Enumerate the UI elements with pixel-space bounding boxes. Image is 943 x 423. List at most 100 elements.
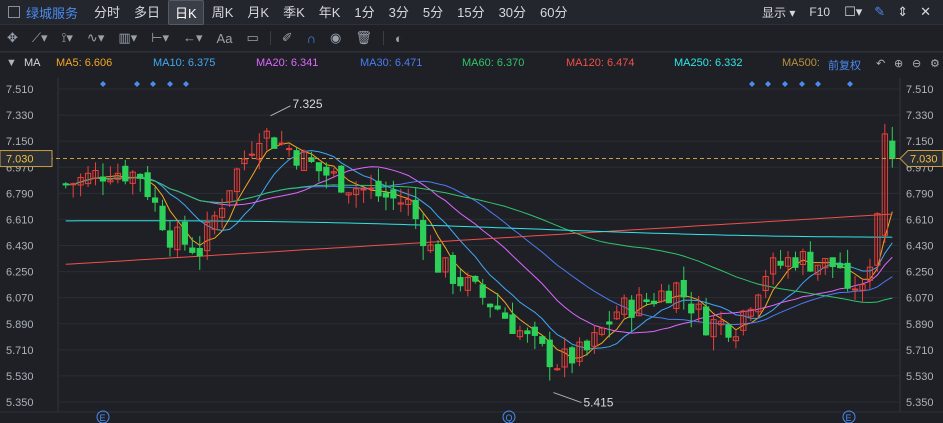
- candle-body: [635, 294, 643, 317]
- pen-icon[interactable]: ✎: [874, 4, 885, 20]
- signal-marker: [749, 81, 755, 87]
- candle-body: [762, 275, 769, 291]
- moving-average-lines: [65, 142, 893, 359]
- ma5-label: MA5: 6.606: [56, 57, 113, 69]
- zoom-out-icon[interactable]: ⊖: [912, 57, 921, 70]
- candle-body: [278, 142, 285, 145]
- period-tab[interactable]: 日K: [168, 0, 204, 25]
- comment-tool-icon[interactable]: ▭: [246, 30, 258, 46]
- candle-body: [218, 207, 226, 218]
- text-tool[interactable]: Aa: [217, 31, 233, 46]
- candle-body: [241, 158, 248, 165]
- signal-marker: [799, 81, 805, 87]
- trash-icon[interactable]: 🗑: [355, 30, 372, 46]
- period-tab[interactable]: 季K: [277, 0, 311, 25]
- price-tick-right: 7.330: [906, 110, 934, 122]
- arrow-tool-icon[interactable]: ←▾: [183, 30, 203, 46]
- candle-body: [449, 255, 457, 284]
- candle-body: [554, 368, 561, 371]
- candle-body: [382, 192, 390, 198]
- toggle-icon[interactable]: ◐: [395, 31, 403, 46]
- current-price-left: 7.030: [6, 154, 34, 166]
- candle-body: [591, 332, 598, 347]
- price-tick-left: 6.790: [6, 188, 34, 200]
- candlesticks: [62, 123, 896, 381]
- f10-button[interactable]: F10: [809, 5, 830, 19]
- candle-body: [114, 172, 121, 180]
- candle-body: [680, 279, 687, 298]
- current-price-tag-left: [0, 150, 53, 168]
- candle-body: [271, 137, 278, 149]
- candle-body: [606, 321, 613, 325]
- candle-body: [196, 248, 203, 257]
- period-tab[interactable]: 15分: [451, 0, 490, 25]
- price-tick-right: 7.510: [906, 84, 934, 96]
- checkbox-icon[interactable]: ☐▾: [844, 4, 862, 20]
- toolbar-divider: [269, 31, 271, 45]
- candle-body: [226, 190, 233, 203]
- candle-body: [583, 340, 591, 351]
- candle-body: [658, 290, 665, 302]
- wave-tool-icon[interactable]: ∿▾: [87, 30, 104, 46]
- price-tick-left: 6.610: [6, 214, 34, 226]
- ma5-line: [65, 142, 893, 359]
- candle-body: [137, 173, 144, 179]
- price-tick-right: 5.350: [906, 397, 934, 409]
- collapse-icon[interactable]: [8, 6, 20, 18]
- period-tab[interactable]: 1分: [348, 0, 380, 25]
- candle-body: [732, 336, 740, 342]
- price-tick-left: 5.350: [6, 397, 34, 409]
- ma-collapse-icon[interactable]: ▼: [6, 57, 17, 69]
- close-icon[interactable]: ✕: [920, 4, 931, 20]
- period-tab[interactable]: 分时: [88, 0, 126, 25]
- magnet-icon[interactable]: ∩: [307, 31, 316, 46]
- low-pointer: [553, 392, 582, 404]
- price-tick-right: 6.970: [906, 162, 934, 174]
- ma20-line: [65, 166, 893, 334]
- arrows-icon[interactable]: ⇕: [897, 4, 908, 20]
- candle-body: [434, 244, 442, 273]
- price-tick-left: 6.250: [6, 267, 34, 279]
- settings-icon[interactable]: ⚙: [930, 57, 940, 70]
- period-tab[interactable]: 5分: [417, 0, 449, 25]
- period-tab[interactable]: 多日: [128, 0, 166, 25]
- line-tool-icon[interactable]: ⟋▾: [32, 30, 48, 46]
- candle-body: [479, 284, 486, 298]
- ma30-line: [65, 177, 893, 326]
- candle-body: [129, 171, 136, 184]
- candle-body: [77, 176, 84, 186]
- stock-name[interactable]: 绿城服务: [26, 3, 78, 22]
- candle-body: [851, 288, 859, 291]
- high-pointer: [270, 105, 291, 117]
- ma60-label: MA60: 6.370: [462, 57, 525, 69]
- period-tab[interactable]: 30分: [493, 0, 532, 25]
- adjust-button[interactable]: 前复权: [828, 57, 861, 73]
- candle-body: [859, 284, 866, 291]
- range-tool-icon[interactable]: ⊢▾: [151, 30, 169, 46]
- candle-body: [248, 153, 255, 156]
- ma-legend-bar: ▼ MA MA5: 6.606 MA10: 6.375 MA20: 6.341 …: [0, 53, 943, 75]
- event-marker-label: E: [100, 413, 106, 423]
- polyline-tool-icon[interactable]: ⟟▾: [62, 30, 73, 46]
- candle-body: [405, 199, 412, 205]
- eraser-icon[interactable]: ✐: [282, 30, 293, 46]
- period-tab[interactable]: 60分: [534, 0, 573, 25]
- undo-icon[interactable]: ↶: [876, 57, 885, 70]
- display-menu[interactable]: 显示 ▾: [762, 4, 795, 21]
- ma60-line: [65, 177, 893, 304]
- period-tab[interactable]: 3分: [383, 0, 415, 25]
- candle-body: [189, 247, 196, 253]
- period-tab[interactable]: 月K: [241, 0, 275, 25]
- measure-tool-icon[interactable]: ▥▾: [118, 30, 137, 46]
- move-cross-icon[interactable]: ✥: [7, 30, 18, 46]
- price-tick-right: 6.070: [906, 293, 934, 305]
- eye-icon[interactable]: ◉: [330, 30, 341, 46]
- period-tab[interactable]: 年K: [313, 0, 347, 25]
- candle-body: [650, 300, 658, 305]
- ma-toggle[interactable]: MA: [24, 57, 41, 69]
- candle-body: [688, 303, 695, 314]
- period-tab[interactable]: 周K: [206, 0, 240, 25]
- zoom-in-icon[interactable]: ⊕: [894, 57, 903, 70]
- candle-body: [576, 341, 583, 362]
- candle-body: [501, 312, 509, 319]
